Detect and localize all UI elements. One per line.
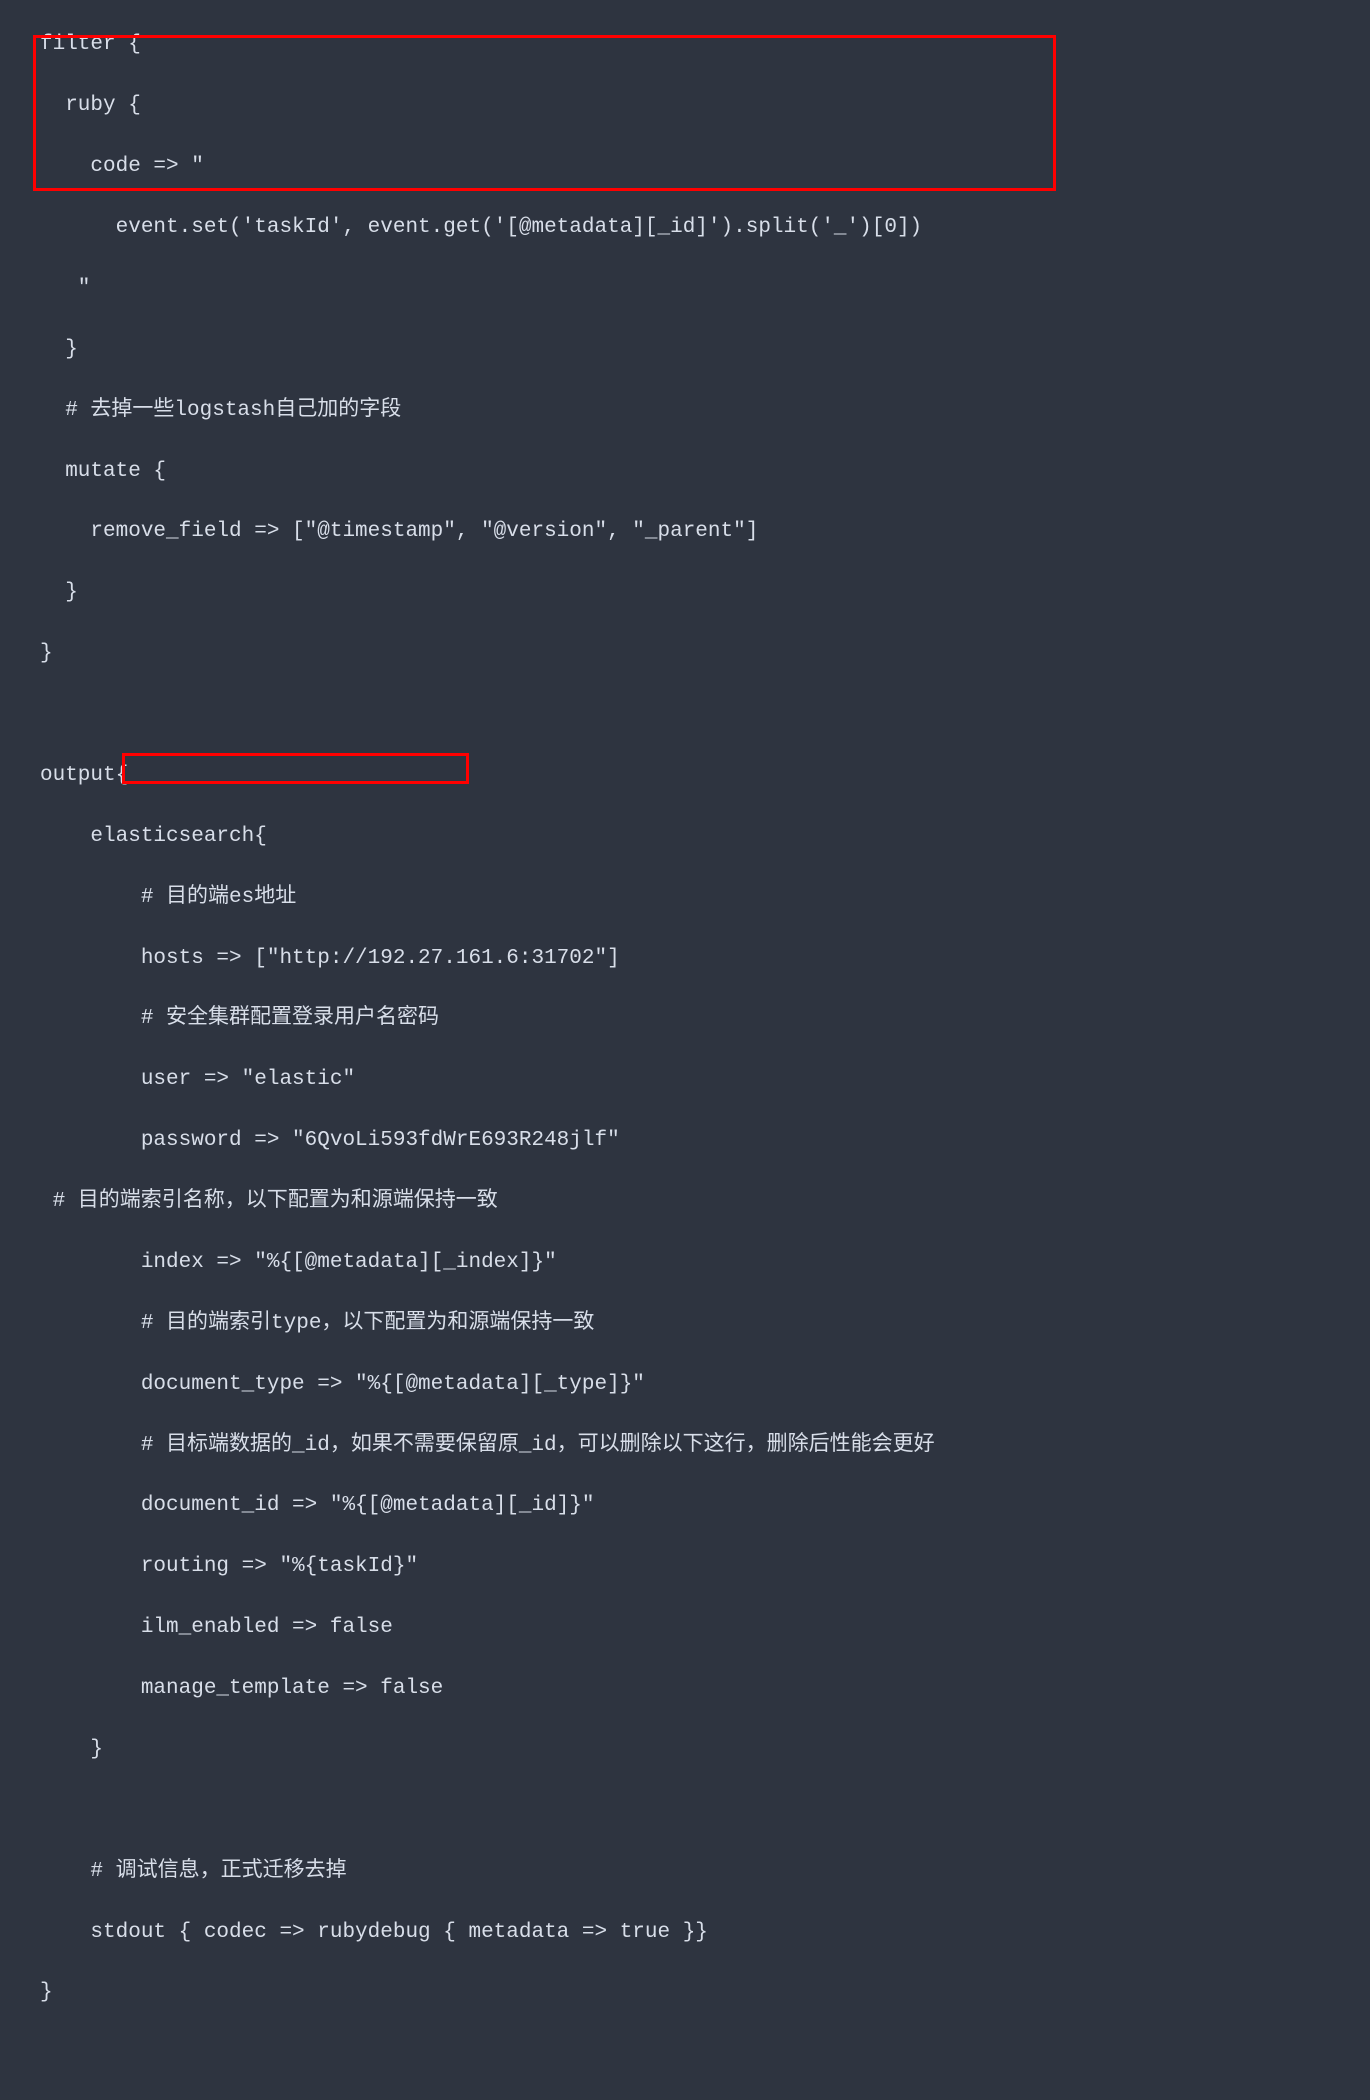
code-line: document_type => "%{[@metadata][_type]}" bbox=[40, 1370, 1330, 1400]
code-line: mutate { bbox=[40, 457, 1330, 487]
code-line: code => " bbox=[40, 152, 1330, 182]
code-line: ilm_enabled => false bbox=[40, 1613, 1330, 1643]
code-line: stdout { codec => rubydebug { metadata =… bbox=[40, 1918, 1330, 1948]
code-line: event.set('taskId', event.get('[@metadat… bbox=[40, 213, 1330, 243]
code-line: document_id => "%{[@metadata][_id]}" bbox=[40, 1491, 1330, 1521]
code-line: # 目的端es地址 bbox=[40, 883, 1330, 913]
code-line: index => "%{[@metadata][_index]}" bbox=[40, 1248, 1330, 1278]
code-line: # 目的端索引type，以下配置为和源端保持一致 bbox=[40, 1309, 1330, 1339]
code-line bbox=[40, 700, 1330, 730]
code-line: remove_field => ["@timestamp", "@version… bbox=[40, 517, 1330, 547]
code-line: elasticsearch{ bbox=[40, 822, 1330, 852]
code-line: " bbox=[40, 274, 1330, 304]
code-line: # 去掉一些logstash自己加的字段 bbox=[40, 396, 1330, 426]
code-line: } bbox=[40, 1735, 1330, 1765]
code-line: filter { bbox=[40, 30, 1330, 60]
code-line: # 调试信息，正式迁移去掉 bbox=[40, 1857, 1330, 1887]
code-line bbox=[40, 1796, 1330, 1826]
code-line: routing => "%{taskId}" bbox=[40, 1552, 1330, 1582]
code-block: filter { ruby { code => " event.set('tas… bbox=[0, 0, 1370, 2100]
code-line: output{ bbox=[40, 761, 1330, 791]
code-line: # 安全集群配置登录用户名密码 bbox=[40, 1004, 1330, 1034]
code-line: user => "elastic" bbox=[40, 1065, 1330, 1095]
code-line: } bbox=[40, 639, 1330, 669]
code-line: } bbox=[40, 1978, 1330, 2008]
code-line: } bbox=[40, 335, 1330, 365]
code-line: # 目标端数据的_id，如果不需要保留原_id，可以删除以下这行，删除后性能会更… bbox=[40, 1431, 1330, 1461]
code-line: password => "6QvoLi593fdWrE693R248jlf" bbox=[40, 1126, 1330, 1156]
code-line: hosts => ["http://192.27.161.6:31702"] bbox=[40, 944, 1330, 974]
code-line: manage_template => false bbox=[40, 1674, 1330, 1704]
code-line: # 目的端索引名称，以下配置为和源端保持一致 bbox=[40, 1187, 1330, 1217]
code-line: } bbox=[40, 578, 1330, 608]
code-line: ruby { bbox=[40, 91, 1330, 121]
